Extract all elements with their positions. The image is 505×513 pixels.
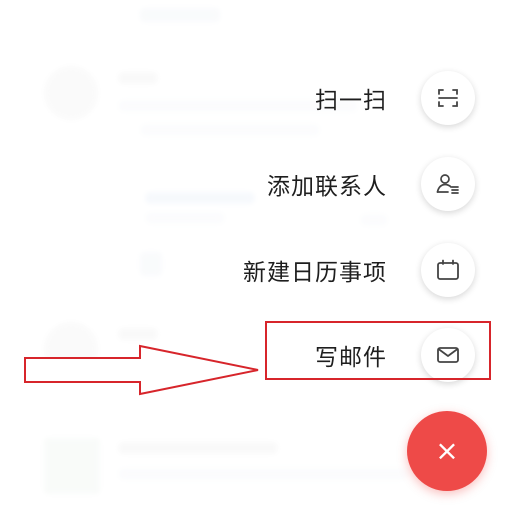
menu-item-scan-label: 扫一扫: [315, 88, 387, 114]
new-event-button[interactable]: [421, 243, 475, 297]
menu-item-new-event-label: 新建日历事项: [243, 260, 387, 286]
menu-item-new-event[interactable]: 新建日历事项: [243, 242, 475, 298]
menu-item-add-contact[interactable]: 添加联系人: [267, 156, 475, 212]
calendar-icon: [437, 259, 459, 280]
annotation-arrow: [24, 344, 259, 396]
screen: 扫一扫 添加联系人 新建日历事项 写邮件 ×: [0, 0, 505, 513]
add-contact-button[interactable]: [421, 157, 475, 211]
add-contact-icon: [436, 174, 459, 194]
scan-button[interactable]: [421, 71, 475, 125]
close-icon: ×: [435, 434, 459, 467]
menu-item-scan[interactable]: 扫一扫: [315, 70, 475, 126]
close-menu-button[interactable]: ×: [407, 411, 487, 491]
scan-icon: [438, 89, 458, 107]
menu-item-add-contact-label: 添加联系人: [267, 174, 387, 200]
highlight-box: [265, 321, 491, 380]
